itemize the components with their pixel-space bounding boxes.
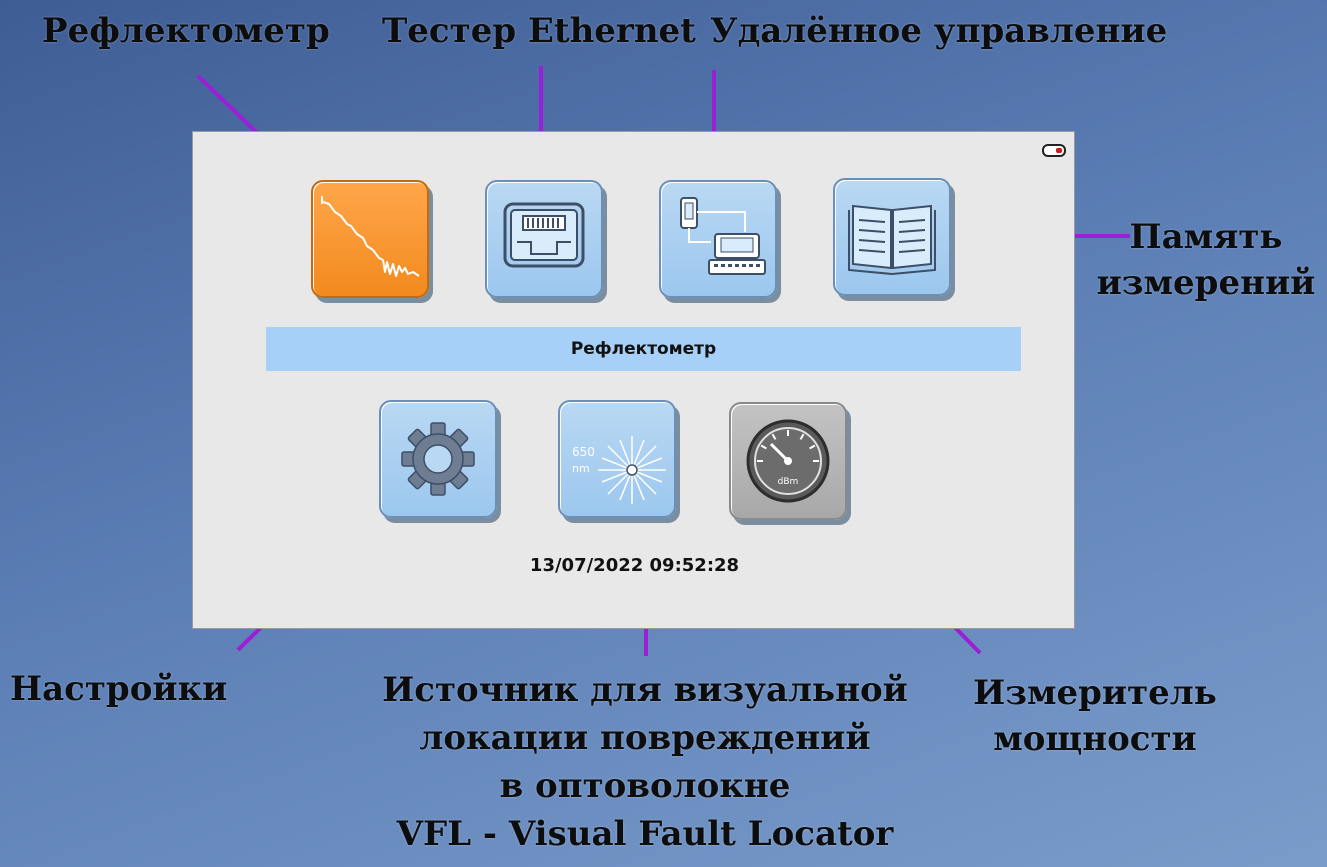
callout-vfl-line2: локации повреждений [419,718,871,758]
reflectometer-tile[interactable] [311,180,429,298]
remote-device-icon [680,197,766,275]
callout-ethernet-tester: Тестер Ethernet [382,8,696,54]
power-meter-tile[interactable]: dBm [729,402,847,520]
ethernet-port-icon [503,202,585,268]
callout-reflectometer: Рефлектометр [42,8,330,54]
datetime-display: 13/07/2022 09:52:28 [193,555,1076,576]
callout-settings-text: Настройки [10,669,228,709]
gear-icon [401,422,475,496]
open-book-icon [848,204,936,276]
laser-burst-icon: 650 nm [572,436,666,504]
callout-reflectometer-text: Рефлектометр [42,11,330,51]
callout-power-meter-line1: Измеритель [973,673,1217,713]
callout-vfl-line1: Источник для визуальной [382,670,908,710]
vfl-tile[interactable]: 650 nm [558,400,676,518]
selected-item-label: Рефлектометр [570,339,717,359]
device-screen: Рефлектометр 650 nm dBm 13/07/2022 09:52… [192,131,1075,629]
power-unit-text: dBm [778,477,799,487]
callout-ethernet-tester-text: Тестер Ethernet [382,11,696,51]
callout-memory-line1: Память [1129,217,1283,257]
callout-vfl-line3: в оптоволокне [499,766,791,806]
callout-vfl: Источник для визуальной локации поврежде… [360,666,930,858]
callout-remote-control: Удалённое управление [710,8,1167,54]
callout-memory-line2: измерений [1096,263,1316,303]
settings-tile[interactable] [379,400,497,518]
selected-item-banner: Рефлектометр [266,327,1021,371]
callout-power-meter-line2: мощности [993,719,1197,759]
datetime-text: 13/07/2022 09:52:28 [529,555,740,576]
memory-tile[interactable] [833,178,951,296]
vfl-unit-text: nm [572,462,590,475]
battery-icon [1042,144,1066,157]
trace-icon [321,196,420,277]
callout-vfl-line4: VFL - Visual Fault Locator [396,814,894,854]
callout-settings: Настройки [10,666,227,712]
vfl-wavelength-text: 650 [572,445,595,459]
callout-remote-control-text: Удалённое управление [710,11,1168,51]
ethernet-tester-tile[interactable] [485,180,603,298]
callout-power-meter: Измеритель мощности [970,670,1220,762]
callout-memory: Память измерений [1092,214,1320,306]
remote-control-tile[interactable] [659,180,777,298]
gauge-icon: dBm [746,419,830,503]
